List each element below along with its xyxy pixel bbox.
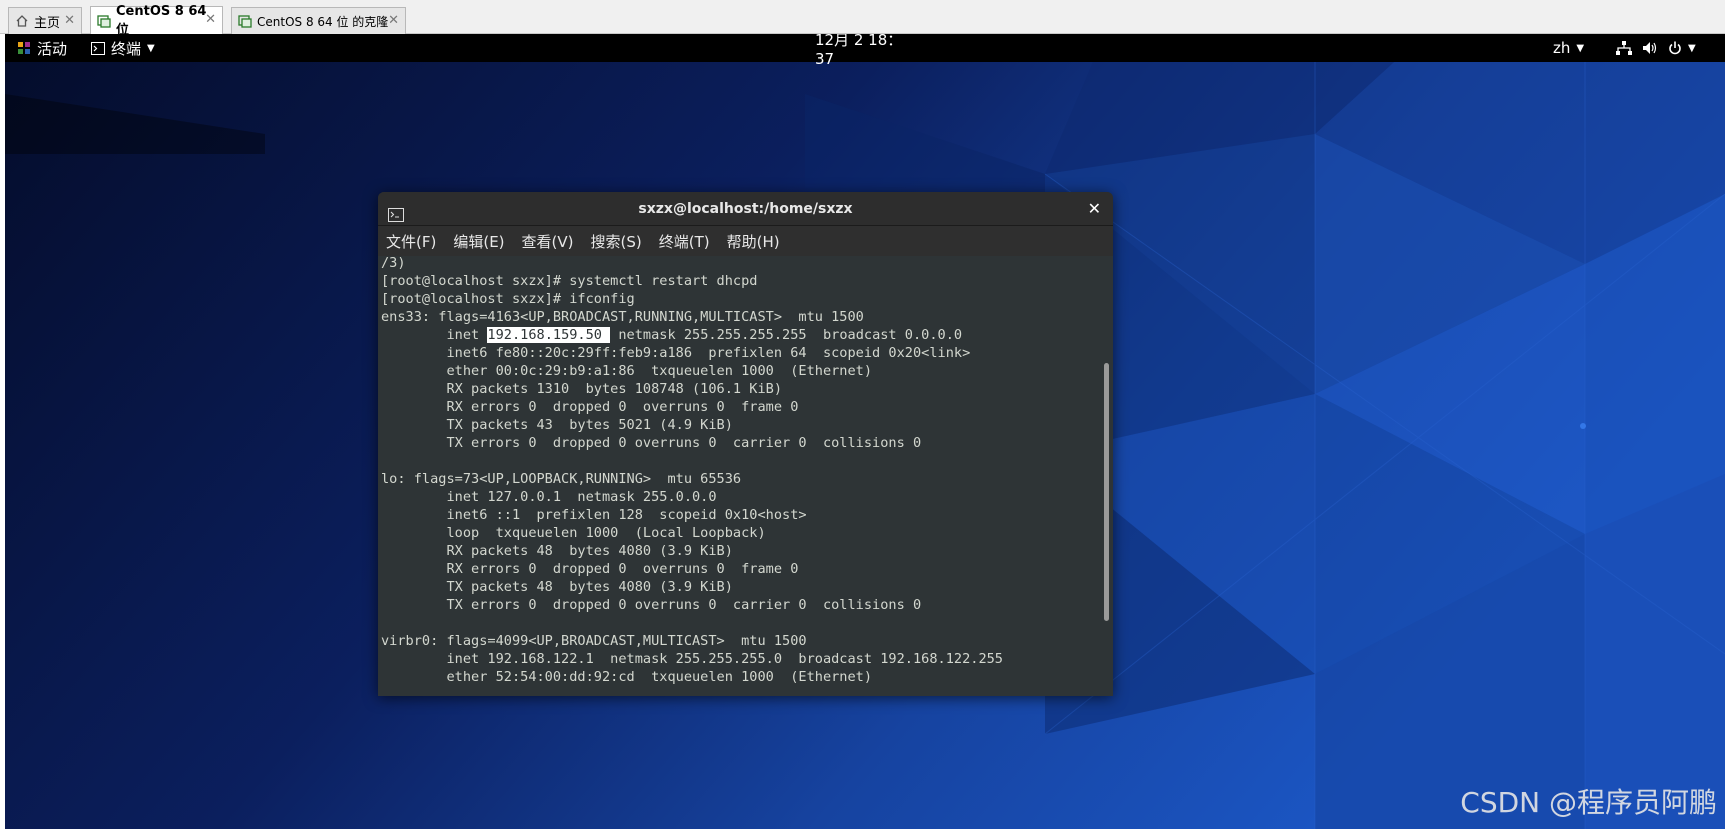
vm-tab-label: 主页	[34, 15, 61, 31]
chevron-down-icon: ▼	[1688, 42, 1696, 54]
vm-tab-centos-clone[interactable]: CentOS 8 64 位 的克隆 ✕	[231, 7, 406, 34]
system-menu[interactable]: ▼	[1616, 34, 1696, 62]
vm-tab-label: CentOS 8 64 位	[116, 3, 207, 38]
terminal-line: virbr0: flags=4099<UP,BROADCAST,MULTICAS…	[381, 633, 807, 649]
vm-tab-home[interactable]: 主页 ✕	[8, 7, 82, 34]
language-selector[interactable]: zh ▼	[1553, 34, 1584, 62]
terminal-line: TX errors 0 dropped 0 overruns 0 carrier…	[381, 435, 922, 451]
terminal-app-menu[interactable]: 终端 ▼	[91, 34, 155, 62]
terminal-line: ens33: flags=4163<UP,BROADCAST,RUNNING,M…	[381, 309, 864, 325]
vm-icon	[97, 14, 111, 28]
csdn-watermark: CSDN @程序员阿鹏	[1460, 786, 1717, 819]
terminal-line: RX packets 48 bytes 4080 (3.9 KiB)	[381, 543, 733, 559]
chevron-down-icon: ▼	[147, 42, 155, 54]
terminal-line: ether 52:54:00:dd:92:cd txqueuelen 1000 …	[381, 669, 873, 685]
terminal-line: inet6 fe80::20c:29ff:feb9:a186 prefixlen…	[381, 345, 971, 361]
clock-label: 12月 2 18：37	[815, 34, 903, 68]
line-suffix: netmask 255.255.255.255 broadcast 0.0.0.…	[610, 327, 963, 343]
menu-edit[interactable]: 编辑(E)	[453, 231, 504, 252]
terminal-line: inet 192.168.122.1 netmask 255.255.255.0…	[381, 651, 1003, 667]
activities-button[interactable]: 活动	[17, 34, 67, 62]
line-prefix: inet	[381, 327, 488, 343]
terminal-line: TX packets 48 bytes 4080 (3.9 KiB)	[381, 579, 733, 595]
terminal-line: inet 192.168.159.50 netmask 255.255.255.…	[381, 326, 1003, 344]
chevron-down-icon: ▼	[1576, 42, 1585, 54]
vm-icon	[238, 14, 252, 28]
volume-icon	[1642, 41, 1658, 55]
terminal-line: /3)	[381, 256, 406, 271]
terminal-line: ether 00:0c:29:b9:a1:86 txqueuelen 1000 …	[381, 363, 873, 379]
guest-screen[interactable]: 活动 终端 ▼ 12月 2 18：37 zh ▼ ▼ sxzx@localhos…	[5, 34, 1725, 829]
terminal-line: inet 127.0.0.1 netmask 255.0.0.0	[381, 489, 717, 505]
vm-tab-bar: 主页 ✕ CentOS 8 64 位 ✕ CentOS 8 64 位 的克隆 ✕	[0, 0, 1725, 38]
vm-tab-centos[interactable]: CentOS 8 64 位 ✕	[90, 4, 223, 38]
terminal-line: [root@localhost sxzx]# ifconfig	[381, 291, 635, 307]
terminal-title: sxzx@localhost:/home/sxzx	[638, 201, 853, 217]
terminal-line: [root@localhost sxzx]# systemctl restart…	[381, 273, 758, 289]
terminal-icon	[91, 41, 105, 55]
app-menu-label: 终端	[111, 39, 142, 58]
terminal-line: RX packets 1310 bytes 108748 (106.1 KiB)	[381, 381, 783, 397]
home-icon	[15, 14, 29, 28]
terminal-line: TX packets 43 bytes 5021 (4.9 KiB)	[381, 417, 733, 433]
terminal-text: /3) [root@localhost sxzx]# systemctl rest…	[381, 256, 1003, 686]
menu-terminal[interactable]: 终端(T)	[659, 231, 710, 252]
menu-view[interactable]: 查看(V)	[522, 231, 574, 252]
power-icon	[1668, 41, 1682, 55]
language-label: zh	[1553, 39, 1571, 57]
menu-file[interactable]: 文件(F)	[386, 231, 436, 252]
clock[interactable]: 12月 2 18：37	[815, 34, 915, 68]
close-icon[interactable]: ✕	[205, 12, 216, 27]
terminal-line: RX errors 0 dropped 0 overruns 0 frame 0	[381, 561, 799, 577]
gnome-top-bar: 活动 终端 ▼ 12月 2 18：37 zh ▼ ▼	[5, 34, 1725, 68]
vm-tab-label: CentOS 8 64 位 的克隆	[257, 14, 389, 29]
network-icon	[1616, 41, 1632, 55]
terminal-scrollbar[interactable]	[1100, 256, 1113, 696]
terminal-line: inet6 ::1 prefixlen 128 scopeid 0x10<hos…	[381, 507, 807, 523]
selected-ip-address[interactable]: 192.168.159.50	[487, 327, 611, 343]
terminal-line: RX errors 0 dropped 0 overruns 0 frame 0	[381, 399, 799, 415]
close-icon[interactable]: ✕	[388, 13, 399, 28]
scrollbar-thumb[interactable]	[1104, 363, 1109, 621]
terminal-line: loop txqueuelen 1000 (Local Loopback)	[381, 525, 766, 541]
terminal-window[interactable]: sxzx@localhost:/home/sxzx ✕ 文件(F) 编辑(E) …	[378, 192, 1113, 696]
terminal-titlebar[interactable]: sxzx@localhost:/home/sxzx ✕	[378, 192, 1113, 226]
terminal-menubar: 文件(F) 编辑(E) 查看(V) 搜索(S) 终端(T) 帮助(H)	[378, 226, 1113, 256]
close-icon[interactable]: ✕	[64, 13, 75, 28]
terminal-line: lo: flags=73<UP,LOOPBACK,RUNNING> mtu 65…	[381, 471, 742, 487]
terminal-output[interactable]: /3) [root@localhost sxzx]# systemctl rest…	[378, 256, 1100, 696]
centos-logo-icon	[17, 41, 31, 55]
terminal-line: TX errors 0 dropped 0 overruns 0 carrier…	[381, 597, 922, 613]
menu-search[interactable]: 搜索(S)	[591, 231, 642, 252]
close-icon[interactable]: ✕	[1088, 192, 1101, 226]
menu-help[interactable]: 帮助(H)	[727, 231, 780, 252]
activities-label: 活动	[37, 39, 68, 58]
